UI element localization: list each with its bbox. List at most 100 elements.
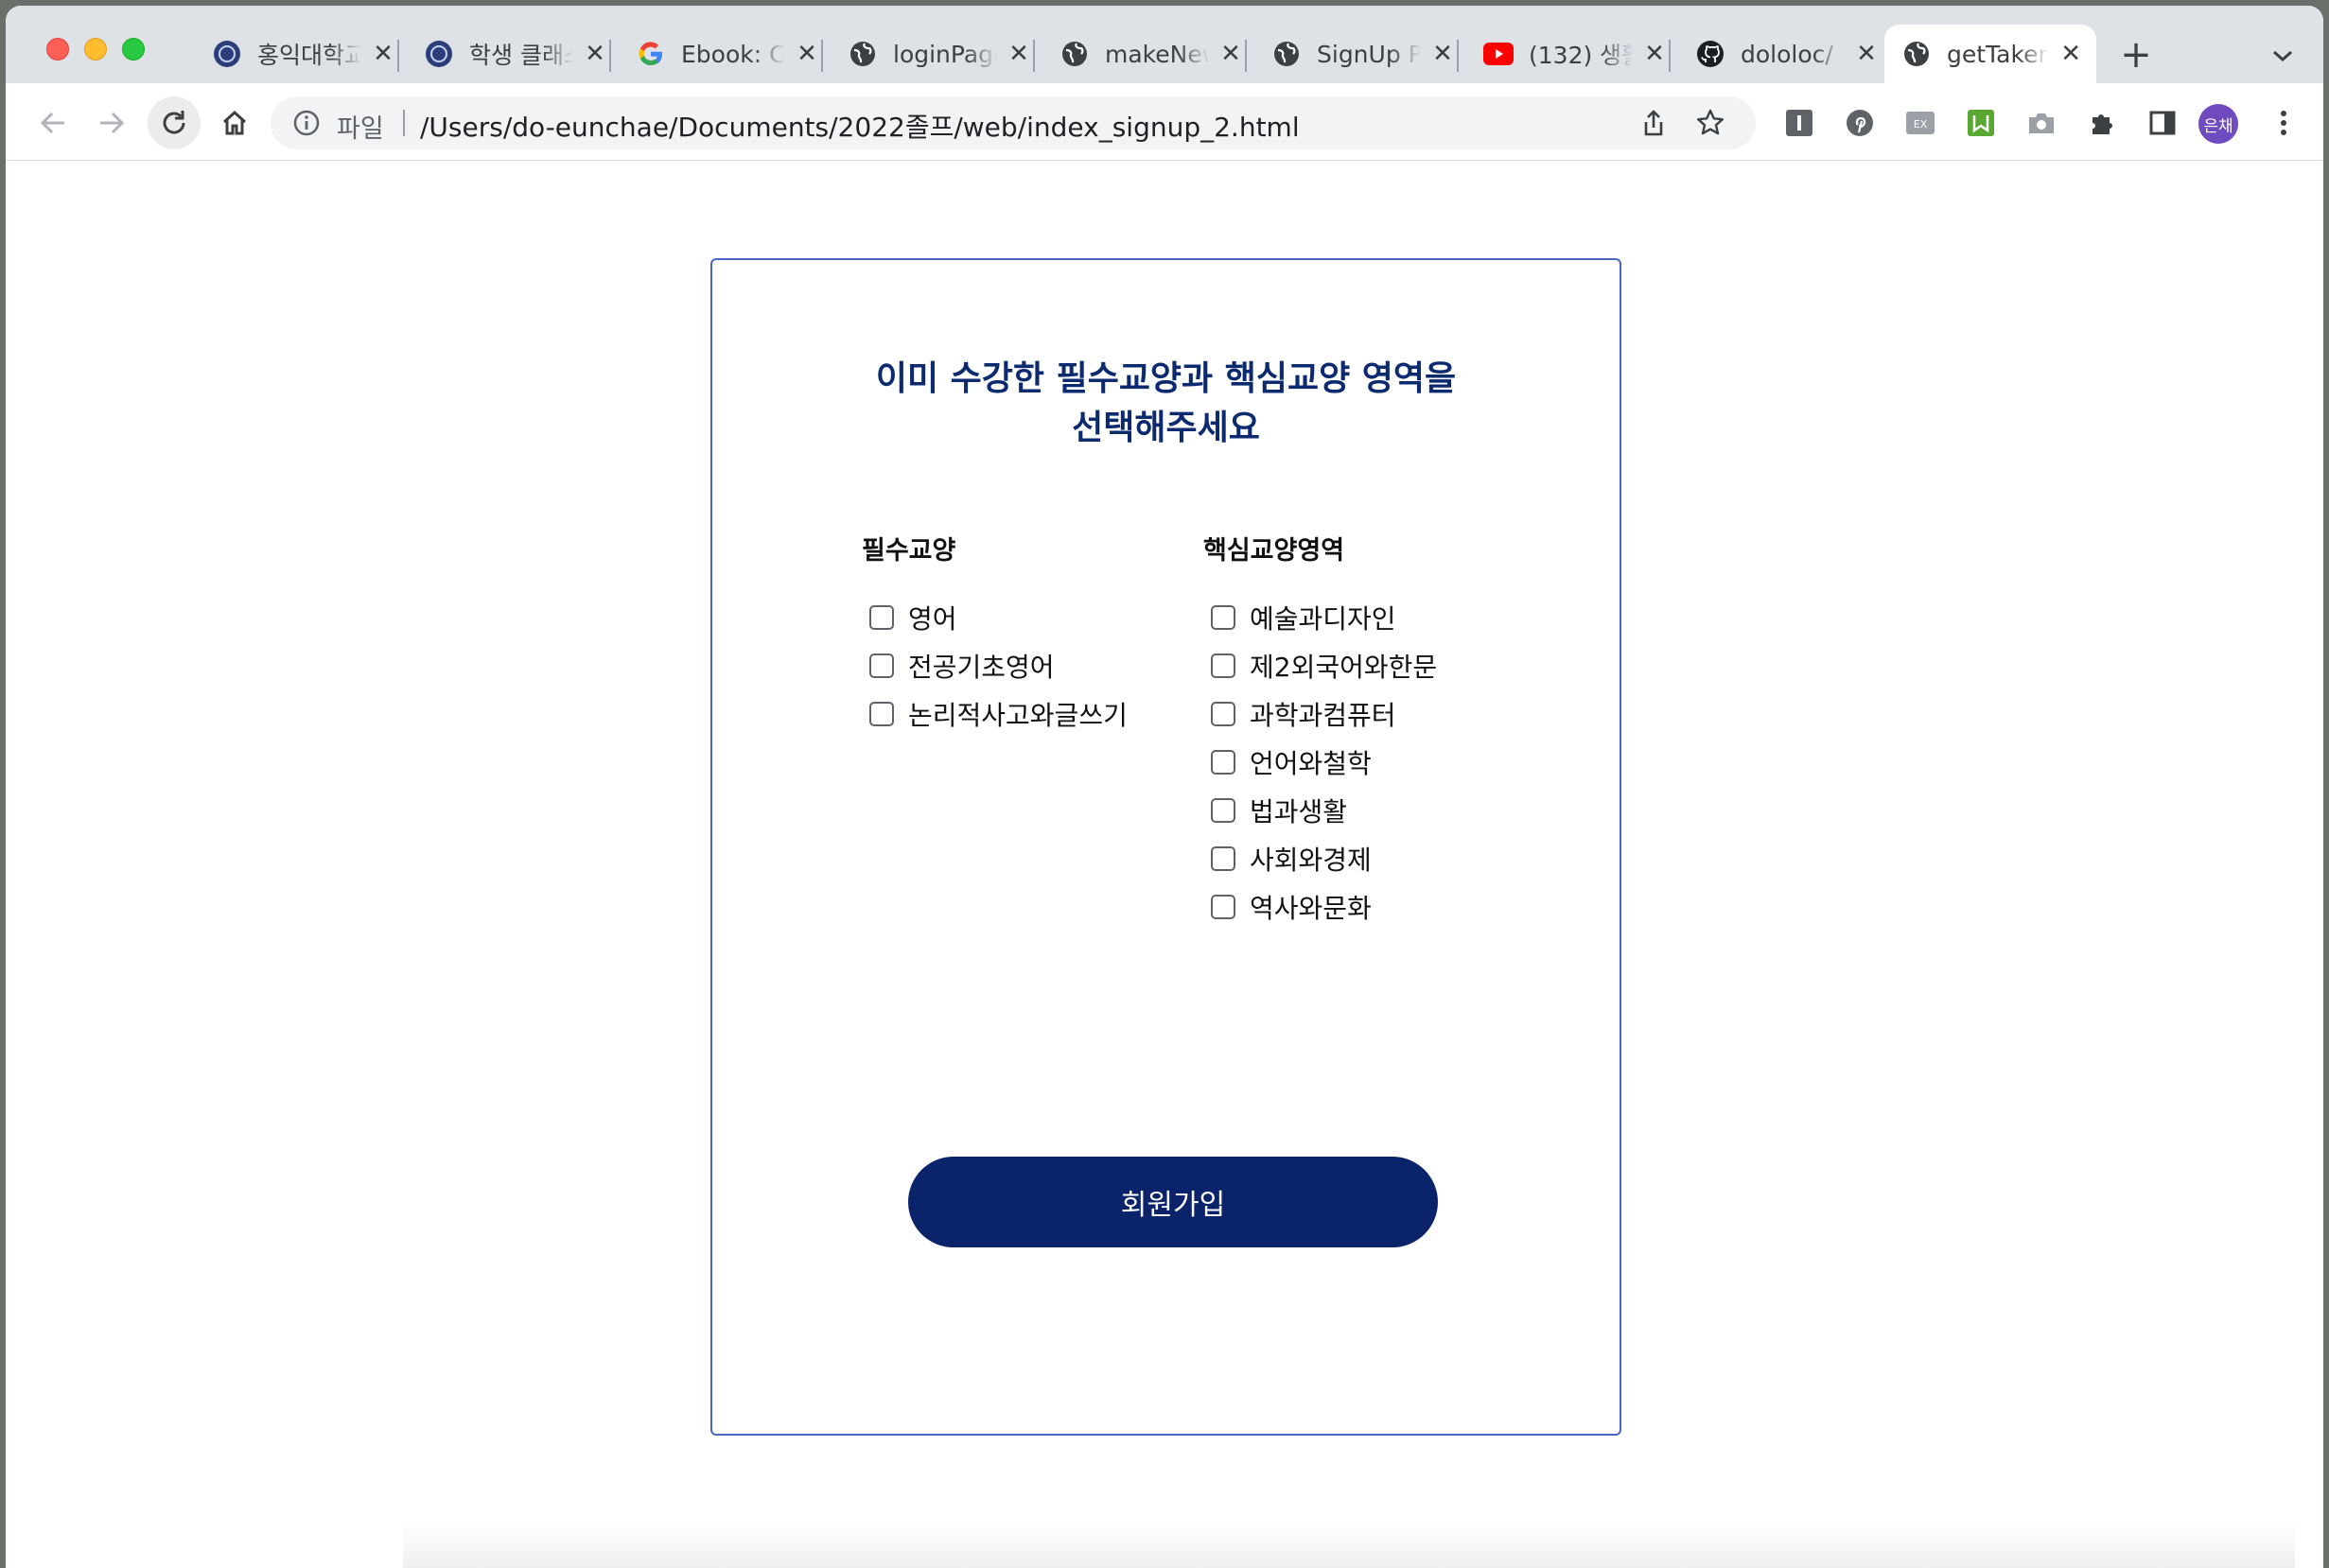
page-title: 이미 수강한 필수교양과 핵심교양 영역을 선택해주세요 (712, 355, 1620, 453)
checkbox[interactable] (1211, 653, 1235, 678)
close-window-button[interactable] (46, 38, 69, 61)
camera-extension-icon[interactable] (2024, 106, 2058, 140)
globe-icon (1271, 39, 1302, 69)
tab-strip: 홍익대학교 ✕ 학생 클래스 ✕ Ebook: C ✕ loginPage ✕ … (6, 6, 2323, 83)
checkbox[interactable] (869, 604, 894, 630)
home-button[interactable] (214, 102, 255, 144)
tab-signup[interactable]: SignUp P ✕ (1254, 25, 1468, 83)
checkbox-label[interactable]: 법과생활 (1250, 792, 1347, 829)
ex-extension-icon[interactable]: EX (1903, 106, 1937, 140)
minimize-window-button[interactable] (84, 38, 107, 61)
checkbox-row-english[interactable]: 영어 (869, 593, 1128, 641)
forward-button[interactable] (91, 102, 132, 144)
checkbox-label[interactable]: 언어와철학 (1250, 743, 1372, 781)
core-areas-title: 핵심교양영역 (1203, 536, 1345, 566)
tab-separator (1033, 40, 1035, 72)
checkbox[interactable] (1211, 845, 1235, 871)
tab-separator (1669, 40, 1671, 72)
zoom-window-button[interactable] (122, 38, 145, 61)
close-tab-icon[interactable]: ✕ (2058, 42, 2083, 66)
extensions-puzzle-icon[interactable] (2085, 106, 2119, 140)
checkbox-label[interactable]: 과학과컴퓨터 (1250, 695, 1396, 733)
checkbox-label[interactable]: 전공기초영어 (908, 647, 1055, 685)
kebab-menu-icon[interactable] (2267, 106, 2301, 140)
reload-button[interactable] (148, 96, 201, 149)
back-button[interactable] (32, 102, 74, 144)
tab-separator (397, 40, 399, 72)
signup-button[interactable]: 회원가입 (908, 1157, 1438, 1247)
info-icon[interactable] (291, 108, 322, 138)
close-tab-icon[interactable]: ✕ (583, 42, 607, 66)
pinterest-extension-icon[interactable] (1843, 106, 1877, 140)
checkbox[interactable] (1211, 749, 1235, 775)
core-areas-group: 핵심교양영역 예술과디자인 제2외국어와한문 과학과컴퓨터 언어와철학 법과생활… (1203, 534, 1437, 931)
checkbox[interactable] (1211, 701, 1235, 726)
checkbox-row-science-computer[interactable]: 과학과컴퓨터 (1211, 689, 1437, 738)
tab-student-class[interactable]: 학생 클래스 ✕ (407, 25, 621, 83)
tab-search-chevron-icon[interactable] (2268, 42, 2297, 70)
tab-github[interactable]: dololoc/ ✕ (1678, 25, 1892, 83)
checkbox-row-art-design[interactable]: 예술과디자인 (1211, 593, 1437, 641)
github-icon (1695, 39, 1725, 69)
tab-separator (1245, 40, 1247, 72)
checkbox-row-major-english[interactable]: 전공기초영어 (869, 641, 1128, 689)
tab-separator (1457, 40, 1459, 72)
bottom-shadow (403, 1521, 2295, 1568)
tab-separator (821, 40, 823, 72)
checkbox[interactable] (869, 701, 894, 726)
tab-youtube[interactable]: (132) 생활 ✕ (1466, 25, 1680, 83)
browser-toolbar: 파일 /Users/do-eunchae/Documents/2022졸프/we… (6, 83, 2323, 161)
globe-icon (848, 39, 878, 69)
profile-avatar[interactable]: 은채 (2198, 104, 2238, 144)
tab-hongik[interactable]: 홍익대학교 ✕ (195, 25, 409, 83)
close-tab-icon[interactable]: ✕ (1642, 42, 1667, 66)
signup-card: 이미 수강한 필수교양과 핵심교양 영역을 선택해주세요 필수교양 영어 전공기… (710, 258, 1621, 1436)
browser-window: 홍익대학교 ✕ 학생 클래스 ✕ Ebook: C ✕ loginPage ✕ … (6, 6, 2323, 1568)
url-text[interactable]: /Users/do-eunchae/Documents/2022졸프/web/i… (420, 107, 1300, 145)
share-icon[interactable] (1638, 108, 1669, 138)
checkbox-label[interactable]: 제2외국어와한문 (1250, 647, 1437, 685)
close-tab-icon[interactable]: ✕ (1218, 42, 1243, 66)
close-tab-icon[interactable]: ✕ (1007, 42, 1031, 66)
tab-ebook[interactable]: Ebook: C ✕ (619, 25, 832, 83)
bookmark-star-icon[interactable] (1695, 108, 1725, 138)
required-courses-group: 필수교양 영어 전공기초영어 논리적사고와글쓰기 (862, 534, 1128, 738)
checkbox[interactable] (1211, 894, 1235, 919)
checkbox-label[interactable]: 예술과디자인 (1250, 599, 1396, 636)
page-title-line-1: 이미 수강한 필수교양과 핵심교양 영역을 (875, 359, 1457, 398)
close-tab-icon[interactable]: ✕ (1430, 42, 1455, 66)
checkbox-row-law-life[interactable]: 법과생활 (1211, 786, 1437, 834)
page-content: 이미 수강한 필수교양과 핵심교양 영역을 선택해주세요 필수교양 영어 전공기… (6, 161, 2323, 1568)
checkbox-row-society-economy[interactable]: 사회와경제 (1211, 834, 1437, 882)
checkbox-row-language-philosophy[interactable]: 언어와철학 (1211, 738, 1437, 786)
page-title-line-2: 선택해주세요 (1072, 409, 1260, 447)
checkbox-row-logic-writing[interactable]: 논리적사고와글쓰기 (869, 689, 1128, 738)
hongik-seal-icon (424, 39, 454, 69)
tab-gettaken-active[interactable]: getTaken ✕ (1884, 25, 2096, 83)
checkbox-label[interactable]: 논리적사고와글쓰기 (908, 695, 1128, 733)
side-panel-icon[interactable] (2145, 106, 2180, 140)
tab-makenew[interactable]: makeNew ✕ (1042, 25, 1256, 83)
tab-separator (609, 40, 611, 72)
svg-text:EX: EX (1914, 118, 1928, 131)
globe-icon (1059, 39, 1090, 69)
tab-loginpage[interactable]: loginPage ✕ (831, 25, 1044, 83)
checkbox[interactable] (1211, 797, 1235, 823)
required-courses-title: 필수교양 (862, 536, 956, 566)
checkbox-label[interactable]: 영어 (908, 599, 957, 636)
instapaper-extension-icon[interactable] (1782, 106, 1816, 140)
close-tab-icon[interactable]: ✕ (795, 42, 819, 66)
checkbox-row-history-culture[interactable]: 역사와문화 (1211, 882, 1437, 931)
omnibox-separator (403, 110, 405, 136)
new-tab-button[interactable]: + (2119, 36, 2153, 74)
google-g-icon (636, 39, 666, 69)
close-tab-icon[interactable]: ✕ (1854, 42, 1879, 66)
close-tab-icon[interactable]: ✕ (371, 42, 395, 66)
checkbox-label[interactable]: 역사와문화 (1250, 888, 1372, 926)
checkbox-label[interactable]: 사회와경제 (1250, 840, 1372, 878)
address-bar[interactable]: 파일 /Users/do-eunchae/Documents/2022졸프/we… (271, 96, 1756, 149)
bookmark-save-extension-icon[interactable] (1964, 106, 1998, 140)
checkbox-row-second-language[interactable]: 제2외국어와한문 (1211, 641, 1437, 689)
checkbox[interactable] (869, 653, 894, 678)
checkbox[interactable] (1211, 604, 1235, 630)
